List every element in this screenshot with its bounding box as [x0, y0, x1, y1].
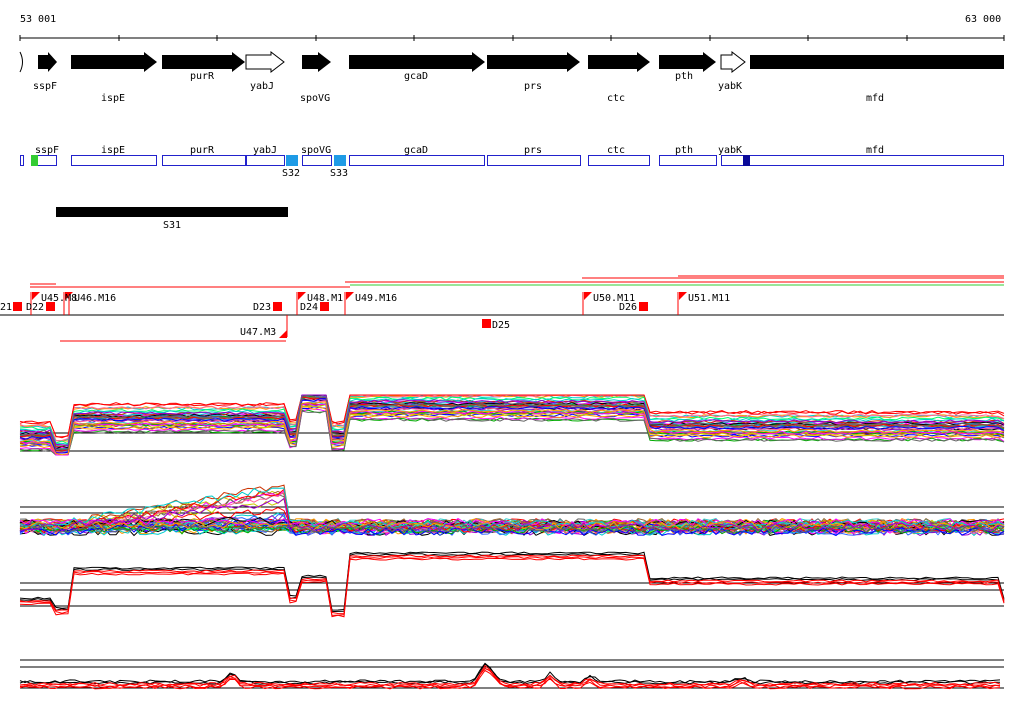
gene-arrow-track: sspF ispE purR yabJ spoVG gcaD prs ctc p… — [19, 50, 1004, 104]
gene-box-prs[interactable] — [487, 155, 581, 166]
gene-label-purr: purR — [190, 71, 215, 82]
gene-arrow-sspf[interactable]: sspF — [33, 52, 57, 92]
segment-bar-s31[interactable] — [56, 207, 288, 217]
gene-arrow-prs[interactable]: prs — [487, 52, 580, 92]
s32-marker[interactable] — [286, 155, 298, 166]
feature-label-d23: D23 — [253, 302, 271, 313]
gene-label-spovg: spoVG — [300, 93, 330, 104]
profile-4-trace — [19, 662, 1001, 684]
gene-label-pth: pth — [675, 71, 693, 82]
box-d23[interactable] — [273, 302, 282, 311]
profile-3-trace — [19, 557, 1005, 618]
gene-box-purr[interactable] — [162, 155, 246, 166]
gene-arrow-yabj[interactable]: yabJ — [245, 50, 285, 92]
feature-label-d22: D22 — [26, 302, 44, 313]
s32-label: S32 — [282, 168, 300, 179]
transcript-lines — [30, 275, 1004, 342]
feature-track: U45.M8 U46.M16 U48.M1 U49.M16 U50.M11 U5… — [0, 275, 1004, 342]
gene-arrow-spovg[interactable]: spoVG — [300, 52, 331, 104]
feature-label-d25: D25 — [492, 320, 510, 331]
box-label-yabk: yabK — [718, 145, 742, 156]
expression-profile-panel-4 — [19, 659, 1004, 690]
feature-label-d26: D26 — [619, 302, 637, 313]
expression-profile-panel-1 — [19, 394, 1005, 456]
scale-track: 53 001 63 000 — [19, 14, 1005, 41]
box-label-prs: prs — [524, 145, 542, 156]
scale-start-label: 53 001 — [20, 14, 56, 25]
s33-label: S33 — [330, 168, 348, 179]
feature-label-d24: D24 — [300, 302, 318, 313]
box-label-ctc: ctc — [607, 145, 625, 156]
flag-u48[interactable] — [298, 292, 306, 300]
expression-profile-panel-3 — [19, 551, 1005, 618]
feature-label-u46: U46.M16 — [74, 293, 116, 304]
gene-box-ctc[interactable] — [588, 155, 650, 166]
gene-label-prs: prs — [524, 81, 542, 92]
box-d25[interactable] — [482, 319, 491, 328]
s33-marker[interactable] — [334, 155, 346, 166]
gene-label-ispe: ispE — [101, 93, 125, 104]
gene-box-ispe[interactable] — [71, 155, 157, 166]
box-label-gcad: gcaD — [404, 145, 428, 156]
profile-3-trace — [19, 551, 1005, 611]
gene-box-partial[interactable] — [20, 155, 24, 166]
flag-u51[interactable] — [679, 292, 687, 300]
feature-label-u51: U51.M11 — [688, 293, 730, 304]
gene-label-mfd: mfd — [866, 93, 884, 104]
box-label-yabj: yabJ — [253, 145, 277, 156]
feature-label-21: 21 — [0, 302, 12, 313]
gene-box-spovg[interactable] — [302, 155, 332, 166]
profile-3-trace — [19, 555, 1005, 616]
gene-box-gcad[interactable] — [349, 155, 485, 166]
box-d26[interactable] — [639, 302, 648, 311]
yabk-navy-marker[interactable] — [743, 155, 750, 166]
box-label-spovg: spoVG — [301, 145, 331, 156]
gene-arrow-mfd[interactable]: mfd — [750, 55, 1004, 104]
feature-label-u45: U45.M8 — [41, 293, 77, 304]
gene-arrow-gcad[interactable]: gcaD — [349, 52, 485, 82]
box-label-mfd: mfd — [866, 145, 884, 156]
expression-profile-panel-2 — [19, 484, 1005, 537]
gene-box-labels: sspF ispE purR yabJ spoVG gcaD prs ctc p… — [35, 145, 884, 156]
gene-label-sspf: sspF — [33, 81, 57, 92]
gene-label-yabk: yabK — [718, 81, 742, 92]
genome-browser-canvas: 53 001 63 000 sspF ispE purR yabJ spoVG … — [0, 14, 1005, 690]
gene-arrow-purr[interactable]: purR — [162, 52, 245, 82]
feature-label-u47: U47.M3 — [240, 327, 276, 338]
box-label-purr: purR — [190, 145, 215, 156]
gene-label-gcad: gcaD — [404, 71, 428, 82]
gene-arrow-yabk[interactable]: yabK — [718, 50, 746, 92]
gene-arrow-ctc[interactable]: ctc — [588, 52, 650, 104]
gene-arrow-ispe[interactable]: ispE — [71, 52, 157, 104]
flag-u47[interactable] — [279, 330, 287, 338]
gene-partial-left[interactable] — [19, 51, 23, 73]
sspf-green-marker[interactable] — [31, 155, 38, 166]
gene-box-mfd[interactable] — [747, 155, 1004, 166]
box-label-pth: pth — [675, 145, 693, 156]
feature-label-u49: U49.M16 — [355, 293, 397, 304]
box-label-ispe: ispE — [101, 145, 125, 156]
flag-u49[interactable] — [346, 292, 354, 300]
segment-label-s31: S31 — [163, 220, 181, 231]
gene-label-yabj: yabJ — [250, 81, 274, 92]
flag-u50[interactable] — [584, 292, 592, 300]
gene-box-yabj[interactable] — [246, 155, 285, 166]
scale-end-label: 63 000 — [965, 14, 1001, 25]
flag-u45[interactable] — [32, 292, 40, 300]
gene-label-ctc: ctc — [607, 93, 625, 104]
gene-box-pth[interactable] — [659, 155, 717, 166]
gene-arrow-pth[interactable]: pth — [659, 52, 716, 82]
gene-box-track — [20, 155, 1004, 166]
box-label-sspf: sspF — [35, 145, 59, 156]
box-21[interactable] — [13, 302, 22, 311]
